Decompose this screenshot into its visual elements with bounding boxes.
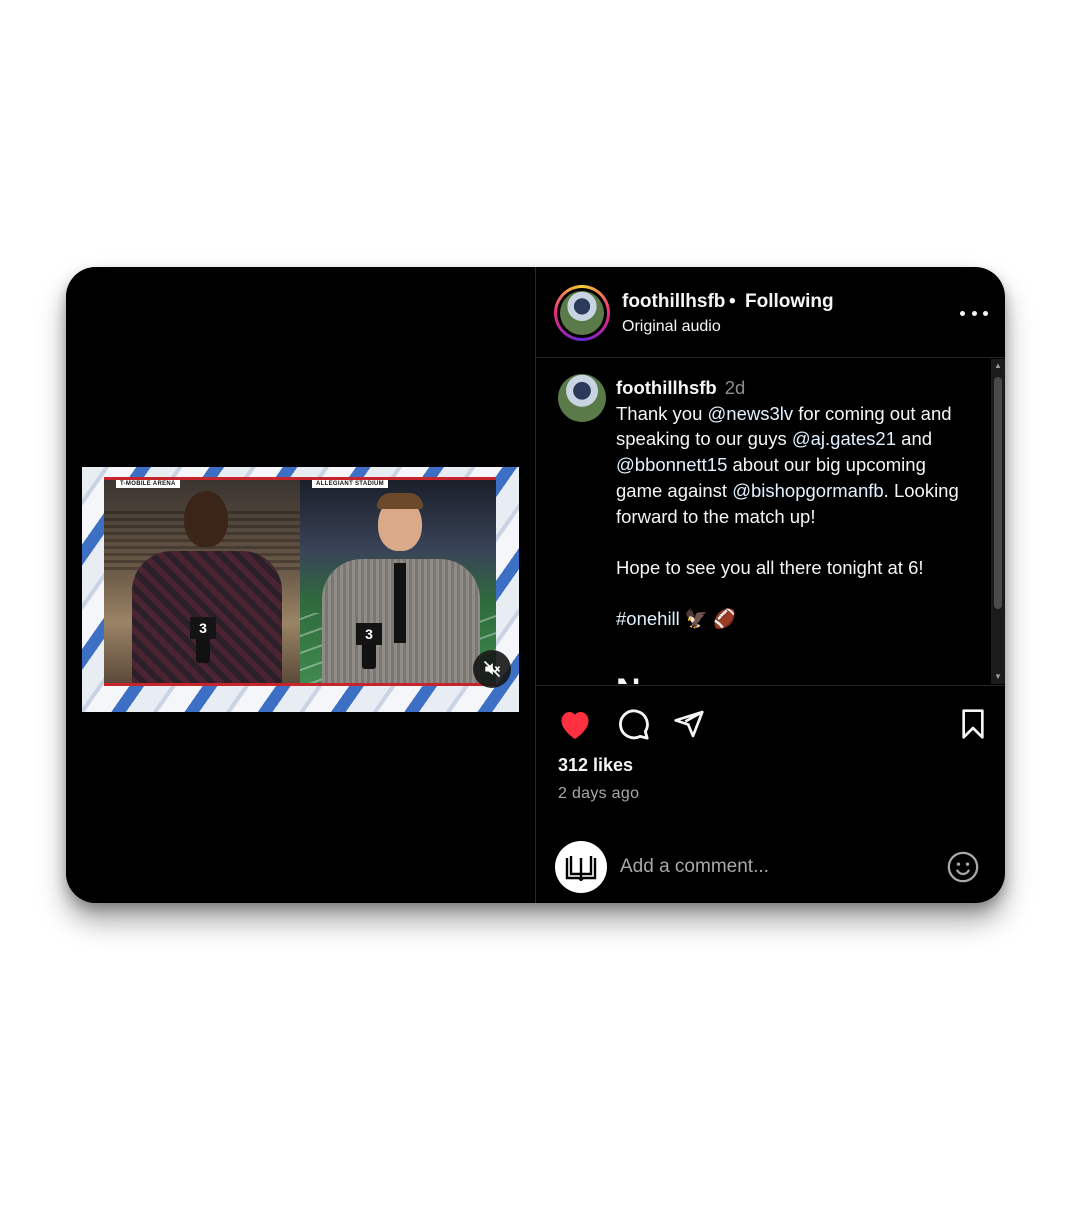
mention-link[interactable]: @aj.gates21 — [792, 428, 896, 449]
share-icon — [674, 710, 704, 738]
caption-scroll-area[interactable]: foothillhsfb 2d Thank you @news3lv for co… — [536, 359, 1005, 684]
video-player[interactable]: 3 T-MOBILE ARENA 3 ALLEGIANT STADIUM — [82, 467, 519, 712]
like-button[interactable] — [556, 706, 594, 742]
save-button[interactable] — [954, 706, 992, 742]
comment-input[interactable] — [620, 851, 920, 883]
media-pane: 3 T-MOBILE ARENA 3 ALLEGIANT STADIUM — [66, 267, 535, 903]
caption-time[interactable]: 2d — [725, 377, 746, 398]
post-timestamp[interactable]: 2 days ago — [558, 785, 639, 803]
emoji-button[interactable] — [946, 850, 980, 884]
audio-link[interactable]: Original audio — [622, 318, 721, 336]
more-options-icon[interactable] — [960, 303, 988, 323]
reporter-right: 3 — [322, 483, 480, 683]
share-button[interactable] — [670, 706, 708, 742]
book-icon — [565, 856, 597, 881]
mention-link[interactable]: @bbonnett15 — [616, 454, 727, 475]
left-panel-label: T-MOBILE ARENA — [116, 480, 180, 488]
microphone: 3 — [190, 617, 216, 663]
video-right-panel: 3 ALLEGIANT STADIUM — [300, 477, 496, 683]
post-header: foothillhsfb • Following Original audio — [536, 267, 1005, 358]
heart-icon — [561, 712, 589, 739]
microphone: 3 — [356, 623, 382, 669]
action-bar: 312 likes 2 days ago — [536, 685, 1005, 813]
post-dialog: 3 T-MOBILE ARENA 3 ALLEGIANT STADIUM foo… — [66, 267, 1005, 903]
video-left-panel: 3 T-MOBILE ARENA — [104, 477, 300, 683]
author-username[interactable]: foothillhsfb — [622, 291, 725, 313]
caption-username[interactable]: foothillhsfb — [616, 377, 717, 398]
separator-dot: • — [729, 291, 736, 312]
mention-link[interactable]: @bishopgormanfb — [732, 480, 883, 501]
caption-avatar[interactable] — [558, 374, 606, 422]
hashtag-link[interactable]: #onehill — [616, 608, 680, 629]
comment-bar — [536, 827, 1005, 903]
likes-count[interactable]: 312 likes — [558, 755, 633, 776]
caption-emojis: 🦅 🏈 — [684, 608, 737, 630]
caption-text: foothillhsfb 2d Thank you @news3lv for co… — [616, 377, 959, 630]
emoji-icon — [947, 851, 979, 883]
comment-button[interactable] — [614, 706, 652, 742]
post-details: foothillhsfb • Following Original audio … — [535, 267, 1005, 903]
scrollbar-thumb[interactable] — [994, 377, 1002, 609]
mention-link[interactable]: @news3lv — [708, 403, 794, 424]
bookmark-icon — [962, 709, 984, 739]
caption-scrollbar[interactable]: ▲ ▼ — [991, 359, 1005, 684]
current-user-avatar[interactable] — [555, 841, 607, 893]
caption-overflow-text: N — [616, 672, 663, 684]
mute-toggle-button[interactable] — [473, 650, 511, 688]
comment-icon — [619, 709, 649, 740]
right-panel-label: ALLEGIANT STADIUM — [312, 480, 388, 488]
volume-muted-icon — [483, 660, 501, 678]
reporter-left: 3 — [132, 483, 282, 683]
author-avatar[interactable] — [554, 285, 610, 341]
caption-paragraph: Hope to see you all there tonight at 6! — [616, 556, 924, 578]
following-button[interactable]: Following — [745, 291, 834, 313]
